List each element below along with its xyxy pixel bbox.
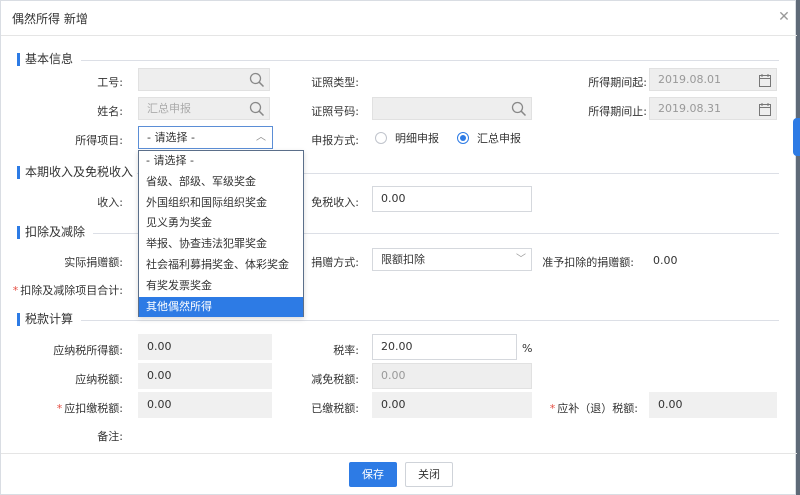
required-mark: *	[12, 284, 19, 297]
tax-free-input[interactable]: 0.00	[372, 186, 532, 212]
section-marker	[17, 226, 20, 239]
period-start-date[interactable]: 2019.08.01	[649, 68, 777, 91]
chevron-down-icon[interactable]: ﹀	[516, 249, 526, 270]
withholding-value: 0.00	[138, 392, 272, 418]
employee-no-label: 工号:	[97, 76, 123, 89]
paid-tax-label: 已缴税额:	[311, 402, 359, 415]
taxable-income-value: 0.00	[138, 334, 272, 360]
radio-detail-report[interactable]: 明细申报	[375, 130, 439, 146]
employee-no-input[interactable]	[138, 68, 270, 91]
close-button[interactable]: 关闭	[405, 462, 453, 487]
dropdown-option[interactable]: 举报、协查违法犯罪奖金	[139, 234, 303, 255]
divider	[1, 453, 797, 454]
withholding-label: * 应扣缴税额:	[56, 402, 123, 415]
tax-rate-label: 税率:	[333, 344, 359, 357]
id-type-label: 证照类型:	[311, 76, 359, 89]
search-icon[interactable]	[248, 71, 266, 89]
taxable-income-label: 应纳税所得额:	[53, 344, 123, 357]
tax-payable-label: 应纳税额:	[75, 373, 123, 386]
dropdown-option[interactable]: - 请选择 -	[139, 151, 303, 172]
period-end-date[interactable]: 2019.08.31	[649, 97, 777, 120]
radio-circle-selected[interactable]	[457, 132, 469, 144]
side-tab[interactable]	[793, 118, 800, 156]
period-start-label: 所得期间起:	[588, 76, 647, 89]
section-tax: 税款计算	[17, 312, 779, 328]
tax-payable-value: 0.00	[138, 363, 272, 389]
calendar-icon[interactable]	[759, 102, 771, 116]
required-mark: *	[56, 402, 63, 415]
section-title: 税款计算	[25, 312, 74, 326]
section-income: 本期收入及免税收入	[17, 165, 779, 181]
section-marker	[17, 53, 20, 66]
search-icon[interactable]	[510, 100, 528, 118]
section-deduction: 扣除及减除	[17, 225, 779, 241]
section-title: 扣除及减除	[25, 225, 86, 239]
id-no-label: 证照号码:	[311, 105, 359, 118]
dialog-title: 偶然所得 新增	[12, 12, 88, 26]
radio-circle[interactable]	[375, 132, 387, 144]
dropdown-option[interactable]: 有奖发票奖金	[139, 276, 303, 297]
section-marker	[17, 313, 20, 326]
close-icon[interactable]: ✕	[775, 8, 793, 26]
radio-summary-report[interactable]: 汇总申报	[457, 130, 521, 146]
period-end-label: 所得期间止:	[588, 105, 647, 118]
section-basic-info: 基本信息	[17, 52, 779, 68]
id-no-input[interactable]	[372, 97, 532, 120]
dialog: 偶然所得 新增 ✕ 基本信息 工号: 证照类型: 所得期间起: 2019.08.…	[0, 0, 797, 495]
dropdown-option[interactable]: 省级、部级、军级奖金	[139, 172, 303, 193]
name-label: 姓名:	[97, 105, 123, 118]
required-mark: *	[549, 402, 556, 415]
tax-relief-label: 减免税额:	[311, 373, 359, 386]
dropdown-option[interactable]: 社会福利募捐奖金、体彩奖金	[139, 255, 303, 276]
income-item-select[interactable]: - 请选择 - ︿	[138, 126, 273, 149]
percent-unit: %	[522, 342, 533, 355]
tax-relief-input[interactable]: 0.00	[372, 363, 532, 389]
allowed-donation-value: 0.00	[653, 254, 678, 267]
refund-label: * 应补（退）税额:	[549, 402, 638, 415]
calendar-icon[interactable]	[759, 73, 771, 87]
section-divider	[81, 320, 779, 321]
tax-rate-input[interactable]: 20.00	[372, 334, 517, 360]
remark-label: 备注:	[97, 430, 123, 443]
deduction-total-label: * 扣除及减除项目合计:	[12, 284, 123, 297]
name-input[interactable]: 汇总申报	[138, 97, 270, 120]
refund-value: 0.00	[649, 392, 777, 418]
actual-donation-label: 实际捐赠额:	[64, 256, 123, 269]
dropdown-option-highlighted[interactable]: 其他偶然所得	[139, 296, 303, 318]
dropdown-option[interactable]: 外国组织和国际组织奖金	[139, 193, 303, 214]
income-item-label: 所得项目:	[75, 134, 123, 147]
income-label: 收入:	[97, 196, 123, 209]
report-method-label: 申报方式:	[311, 134, 359, 147]
allowed-donation-label: 准予扣除的捐赠额:	[542, 256, 634, 269]
section-title: 基本信息	[25, 52, 74, 66]
paid-tax-value: 0.00	[372, 392, 532, 418]
search-icon[interactable]	[248, 100, 266, 118]
divider	[1, 35, 797, 36]
section-marker	[17, 166, 20, 179]
donation-method-select[interactable]: 限额扣除 ﹀	[372, 248, 532, 271]
chevron-up-icon[interactable]: ︿	[256, 127, 266, 148]
save-button[interactable]: 保存	[349, 462, 397, 487]
dropdown-option[interactable]: 见义勇为奖金	[139, 213, 303, 234]
section-divider	[81, 60, 779, 61]
section-title: 本期收入及免税收入	[25, 165, 134, 179]
income-item-dropdown: - 请选择 - 省级、部级、军级奖金 外国组织和国际组织奖金 见义勇为奖金 举报…	[138, 150, 304, 318]
